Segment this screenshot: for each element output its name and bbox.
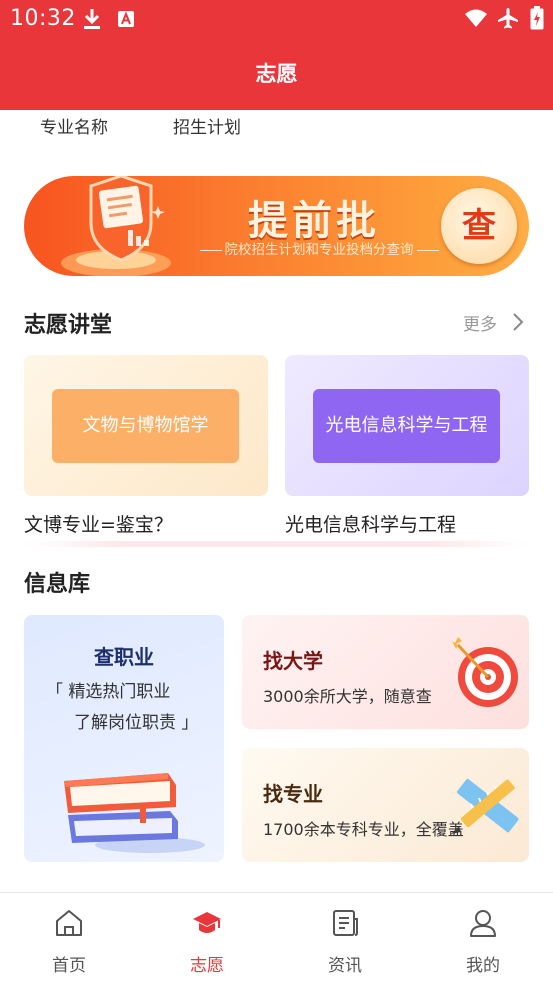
tab-major-name[interactable]: 专业名称 xyxy=(40,113,108,138)
status-time: 10:32 xyxy=(10,6,76,31)
tab-enrollment-plan[interactable]: 招生计划 xyxy=(173,113,241,138)
find-university-card[interactable]: 找大学 3000余所大学，随意查 xyxy=(242,615,529,729)
quick-tabs: 专业名称 招生计划 xyxy=(0,110,553,140)
nav-profile[interactable]: 我的 xyxy=(414,893,552,983)
battery-icon xyxy=(530,6,544,30)
banner-subtitle: 院校招生计划和专业投档分查询 xyxy=(169,238,469,258)
more-link[interactable]: 更多 xyxy=(463,310,497,335)
section-divider xyxy=(24,541,529,547)
find-major-card[interactable]: 找专业 1700余本专科专业，全覆盖 xyxy=(242,748,529,862)
wifi-icon xyxy=(465,9,487,27)
nav-home[interactable]: 首页 xyxy=(0,893,138,983)
nav-label: 我的 xyxy=(466,956,500,976)
target-icon xyxy=(452,637,518,707)
app-notification-icon xyxy=(118,11,134,27)
card-description: 3000余所大学，随意查 xyxy=(263,687,432,706)
card-description: 1700余本专科专业，全覆盖 xyxy=(263,820,464,839)
card-description-line1: 「 精选热门职业 xyxy=(46,682,171,702)
app-header: 10:32 志愿 xyxy=(0,0,553,110)
ruler-pencil-icon xyxy=(451,779,519,834)
chevron-right-icon[interactable] xyxy=(511,312,525,332)
nav-volunteer[interactable]: 志愿 xyxy=(138,893,276,983)
lecture-card-museology[interactable]: 文物与博物馆学 xyxy=(24,355,268,496)
page-title: 志愿 xyxy=(255,62,298,86)
find-job-card[interactable]: 查职业 「 精选热门职业 了解岗位职责 」 xyxy=(24,615,224,862)
nav-label: 资讯 xyxy=(328,956,362,976)
nav-news[interactable]: 资讯 xyxy=(276,893,414,983)
card-description-line2: 了解岗位职责 」 xyxy=(74,713,199,733)
lecture-caption[interactable]: 光电信息科学与工程 xyxy=(285,510,456,537)
shield-document-icon xyxy=(61,176,171,276)
airplane-mode-icon xyxy=(498,8,518,29)
nav-label: 志愿 xyxy=(190,956,224,976)
lecture-card-optoelectronics[interactable]: 光电信息科学与工程 xyxy=(285,355,529,496)
status-bar: 10:32 xyxy=(0,0,553,40)
nav-label: 首页 xyxy=(52,956,86,976)
lecture-section-title: 志愿讲堂 xyxy=(24,313,113,338)
lecture-caption[interactable]: 文博专业=鉴宝？ xyxy=(24,510,173,537)
news-icon xyxy=(333,910,358,936)
card-title: 找专业 xyxy=(263,782,323,806)
lecture-card-label: 文物与博物馆学 xyxy=(52,389,239,463)
early-batch-banner[interactable]: 提前批 院校招生计划和专业投档分查询 查 xyxy=(24,176,529,276)
banner-search-button[interactable]: 查 xyxy=(441,188,517,264)
card-title: 查职业 xyxy=(94,645,154,669)
card-title: 找大学 xyxy=(263,649,323,673)
download-icon xyxy=(84,9,100,29)
lecture-card-label: 光电信息科学与工程 xyxy=(313,389,500,463)
graduation-cap-icon xyxy=(193,912,221,933)
info-section-title: 信息库 xyxy=(24,572,91,597)
home-icon xyxy=(56,910,82,936)
books-icon xyxy=(64,773,205,853)
bottom-navigation: 首页 志愿 资讯 我的 xyxy=(0,892,553,983)
profile-icon xyxy=(470,910,496,937)
